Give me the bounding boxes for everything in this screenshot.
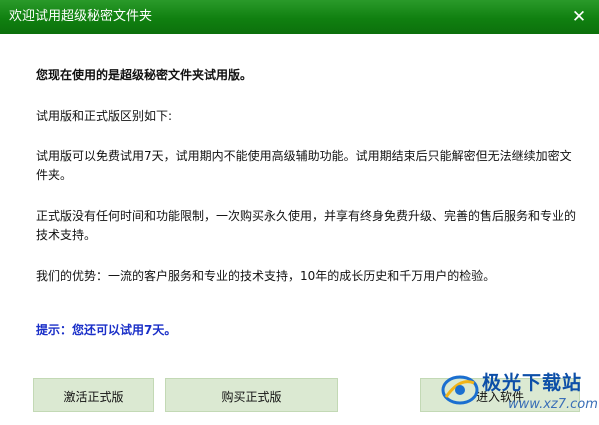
buy-full-version-button[interactable]: 购买正式版 xyxy=(165,378,338,412)
close-icon[interactable]: ✕ xyxy=(559,0,599,34)
full-version-description: 正式版没有任何时间和功能限制，一次购买永久使用，并享有终身免费升级、完善的售后服… xyxy=(36,209,577,242)
remaining-days-tip: 提示：您还可以试用7天。 xyxy=(36,323,177,337)
activate-full-version-button[interactable]: 激活正式版 xyxy=(33,378,154,412)
watermark-url: www.xz7.com xyxy=(508,397,598,412)
watermark-logo-icon xyxy=(441,375,479,405)
window-title: 欢迎试用超级秘密文件夹 xyxy=(9,9,153,24)
trial-description: 试用版可以免费试用7天，试用期内不能使用高级辅助功能。试用期结束后只能解密但无法… xyxy=(36,149,572,182)
watermark-text: 极光下载站 xyxy=(482,372,583,394)
welcome-dialog: 欢迎试用超级秘密文件夹 ✕ 您现在使用的是超级秘密文件夹试用版。 试用版和正式版… xyxy=(0,0,599,425)
title-bar: 欢迎试用超级秘密文件夹 ✕ xyxy=(0,0,599,34)
difference-intro: 试用版和正式版区别如下: xyxy=(36,109,173,123)
advantages-text: 我们的优势：一流的客户服务和专业的技术支持，10年的成长历史和千万用户的检验。 xyxy=(36,269,496,283)
trial-heading: 您现在使用的是超级秘密文件夹试用版。 xyxy=(36,68,253,82)
